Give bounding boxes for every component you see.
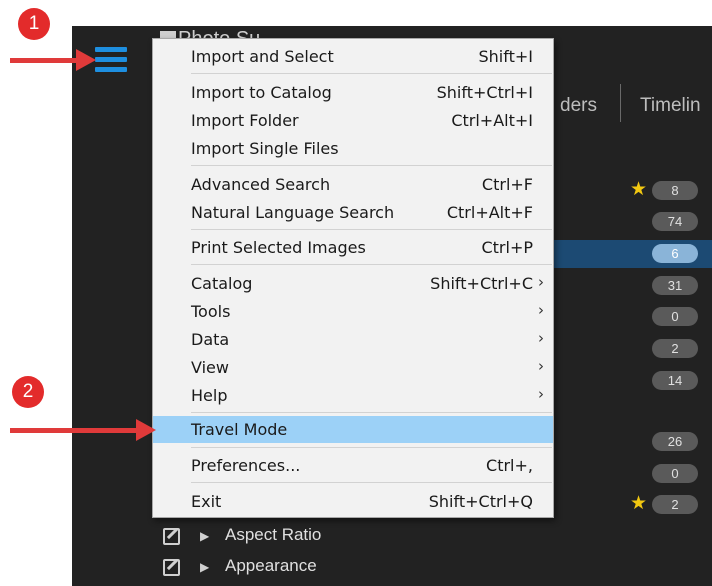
submenu-arrow-icon: › [538, 329, 544, 347]
menu-item-shortcut: Shift+Ctrl+Q [428, 492, 533, 511]
submenu-arrow-icon: › [538, 385, 544, 403]
menu-item-shortcut: Shift+Ctrl+C [430, 274, 533, 293]
menu-item-shortcut: Shift+Ctrl+I [436, 83, 533, 102]
menu-item-label: Tools [191, 302, 231, 321]
filter-appearance[interactable]: Appearance [225, 556, 317, 576]
submenu-arrow-icon: › [538, 357, 544, 375]
submenu-arrow-icon: › [538, 273, 544, 291]
menu-item-label: Print Selected Images [191, 238, 366, 257]
filter-aspect-ratio[interactable]: Aspect Ratio [225, 525, 321, 545]
menu-item-label: Import Folder [191, 111, 299, 130]
menu-separator [191, 229, 552, 230]
step-badge-1: 1 [18, 8, 50, 40]
menu-item-shortcut: Ctrl+P [481, 238, 533, 257]
menu-item-label: Import to Catalog [191, 83, 332, 102]
menu-item-advanced-search[interactable]: Advanced Search Ctrl+F [153, 171, 553, 198]
star-icon: ★ [630, 493, 648, 514]
menu-item-travel-mode[interactable]: Travel Mode [153, 416, 553, 443]
menu-item-shortcut: Ctrl+Alt+F [446, 203, 533, 222]
count-badge: 6 [652, 244, 698, 263]
menu-item-label: Import and Select [191, 47, 334, 66]
count-badge: 2 [652, 339, 698, 358]
menu-item-import-folder[interactable]: Import Folder Ctrl+Alt+I [153, 107, 553, 134]
menu-item-label: Exit [191, 492, 222, 511]
menu-item-label: View [191, 358, 229, 377]
step-badge-2: 2 [12, 376, 44, 408]
menu-item-shortcut: Shift+I [478, 47, 534, 66]
star-icon: ★ [630, 179, 648, 200]
menu-item-label: Import Single Files [191, 139, 339, 158]
hamburger-menu-icon[interactable] [95, 47, 127, 73]
main-menu: Import and Select Shift+I Import to Cata… [152, 38, 554, 518]
menu-item-label: Catalog [191, 274, 253, 293]
count-badge: 14 [652, 371, 698, 390]
menu-item-help[interactable]: Help › [153, 382, 553, 409]
menu-item-label: Help [191, 386, 228, 405]
annotation-arrow-line [10, 428, 138, 433]
menu-item-shortcut: Ctrl+F [481, 175, 533, 194]
menu-item-view[interactable]: View › [153, 354, 553, 381]
menu-item-data[interactable]: Data › [153, 326, 553, 353]
count-badge: 2 [652, 495, 698, 514]
count-badge: 8 [652, 181, 698, 200]
menu-item-label: Preferences... [191, 456, 301, 475]
menu-separator [191, 165, 552, 166]
expand-icon[interactable]: ▶ [200, 560, 209, 574]
menu-separator [191, 73, 552, 74]
count-badge: 31 [652, 276, 698, 295]
submenu-arrow-icon: › [538, 301, 544, 319]
menu-item-import-to-catalog[interactable]: Import to Catalog Shift+Ctrl+I [153, 79, 553, 106]
menu-item-label: Data [191, 330, 230, 349]
annotation-arrow-icon [76, 49, 96, 71]
count-badge: 0 [652, 464, 698, 483]
count-badge: 74 [652, 212, 698, 231]
menu-item-exit[interactable]: Exit Shift+Ctrl+Q [153, 488, 553, 515]
menu-item-natural-language-search[interactable]: Natural Language Search Ctrl+Alt+F [153, 199, 553, 226]
tab-timeline[interactable]: Timelin [640, 95, 701, 117]
menu-item-shortcut: Ctrl+Alt+I [451, 111, 533, 130]
menu-item-label: Natural Language Search [191, 203, 395, 222]
tab-folders[interactable]: ders [560, 95, 597, 117]
annotation-arrow-icon [136, 419, 156, 441]
tab-separator [620, 84, 621, 122]
count-badge: 26 [652, 432, 698, 451]
menu-item-tools[interactable]: Tools › [153, 298, 553, 325]
menu-item-import-and-select[interactable]: Import and Select Shift+I [153, 43, 553, 70]
menu-item-label: Travel Mode [191, 420, 288, 439]
menu-separator [191, 482, 552, 483]
menu-item-shortcut: Ctrl+, [486, 456, 533, 475]
menu-separator [191, 412, 552, 413]
menu-item-label: Advanced Search [191, 175, 331, 194]
menu-separator [191, 447, 552, 448]
menu-item-preferences[interactable]: Preferences... Ctrl+, [153, 452, 553, 479]
annotation-arrow-line [10, 58, 78, 63]
menu-item-import-single-files[interactable]: Import Single Files [153, 135, 553, 162]
menu-item-print-selected-images[interactable]: Print Selected Images Ctrl+P [153, 234, 553, 261]
menu-separator [191, 264, 552, 265]
edit-icon[interactable] [163, 528, 180, 545]
expand-icon[interactable]: ▶ [200, 529, 209, 543]
edit-icon[interactable] [163, 559, 180, 576]
menu-item-catalog[interactable]: Catalog Shift+Ctrl+C › [153, 270, 553, 297]
count-badge: 0 [652, 307, 698, 326]
